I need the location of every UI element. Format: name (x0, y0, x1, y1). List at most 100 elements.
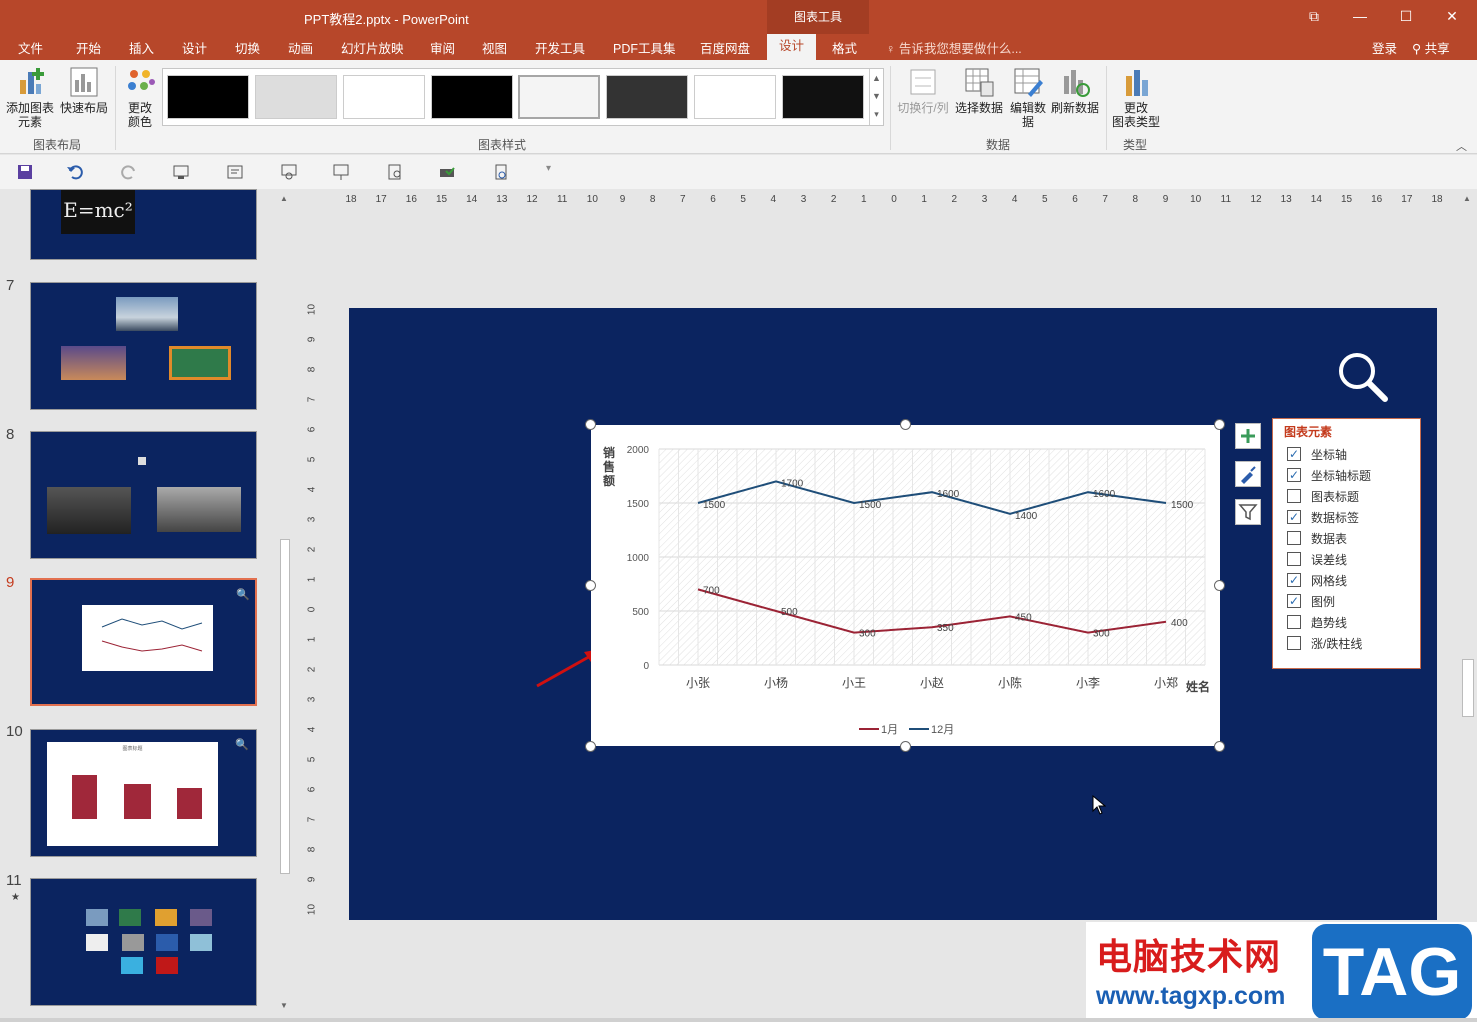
x-tick-label: 小李 (1076, 675, 1100, 690)
legend-label: 1月 (881, 724, 898, 736)
quick-layout-button[interactable]: 快速布局 (58, 66, 110, 115)
maximize-button[interactable]: ☐ (1383, 0, 1429, 34)
horizontal-ruler: 18 17 16 15 14 13 12 11 10 9 8 7 6 5 4 3 2 1 0 1 2 3 4 5 6 7 8 9 10 1… (345, 193, 1442, 209)
resize-handle-nw[interactable] (585, 419, 596, 430)
login-link[interactable]: 登录 (1372, 38, 1397, 57)
projector-icon[interactable] (332, 163, 350, 181)
tab-animations[interactable]: 动画 (288, 38, 313, 57)
option-label: 数据标签 (1311, 511, 1360, 525)
checkbox[interactable]: ✓ (1287, 510, 1301, 524)
chart-filters-button[interactable] (1235, 499, 1261, 525)
checkbox[interactable]: ✓ (1287, 573, 1301, 587)
checkbox[interactable] (1287, 531, 1301, 545)
resize-handle-w[interactable] (585, 580, 596, 591)
thumbnails-scrollbar[interactable]: ▲ ▼ (277, 189, 293, 1022)
tab-chart-format[interactable]: 格式 (832, 38, 857, 57)
restore-ribbon-icon[interactable]: ⧉ (1291, 0, 1337, 34)
select-data-button[interactable]: 选择数据 (954, 66, 1004, 115)
tab-baidu-netdisk[interactable]: 百度网盘 (700, 38, 750, 57)
editor-scrollbar[interactable]: ▲ (1460, 189, 1477, 1022)
save-icon[interactable] (16, 163, 34, 181)
share-button[interactable]: ⚲ 共享 (1412, 38, 1450, 57)
switch-row-col-label: 切换行/列 (897, 101, 949, 115)
customize-qat-icon[interactable]: ▾ (546, 163, 551, 174)
quick-print-icon[interactable] (438, 163, 456, 181)
share-file-icon[interactable] (492, 163, 510, 181)
change-chart-type-button[interactable]: 更改 图表类型 (1110, 66, 1162, 129)
text-box-icon[interactable] (226, 163, 244, 181)
slide-thumbnail-10[interactable]: 图表标题 🔍 (30, 729, 257, 857)
present-online-icon[interactable] (280, 163, 298, 181)
add-chart-element-button[interactable]: 添加图表 元素 (4, 66, 56, 129)
tab-transitions[interactable]: 切换 (235, 38, 260, 57)
slide-thumbnail-11[interactable] (30, 878, 257, 1006)
scroll-thumb[interactable] (280, 539, 290, 874)
scroll-up-icon[interactable]: ▲ (1463, 194, 1471, 203)
data-label: 300 (859, 629, 876, 640)
print-preview-icon[interactable] (386, 163, 404, 181)
scroll-thumb[interactable] (1462, 659, 1474, 717)
change-colors-button[interactable]: 更改 颜色 (120, 66, 160, 129)
y-axis-title-char: 额 (603, 473, 615, 488)
checkbox[interactable]: ✓ (1287, 594, 1301, 608)
resize-handle-sw[interactable] (585, 741, 596, 752)
redo-icon[interactable] (120, 163, 138, 181)
slide-thumbnail-6[interactable]: E=mc² (30, 189, 257, 260)
style-thumb-4[interactable] (431, 75, 513, 119)
resize-handle-se[interactable] (1214, 741, 1225, 752)
checkbox[interactable] (1287, 615, 1301, 629)
slide-thumbnail-9-selected[interactable]: 🔍 (30, 578, 257, 706)
style-thumb-3[interactable] (343, 75, 425, 119)
refresh-data-button[interactable]: 刷新数据 (1050, 66, 1100, 115)
tab-developer[interactable]: 开发工具 (535, 38, 585, 57)
style-thumb-8[interactable] (782, 75, 864, 119)
style-thumb-7[interactable] (694, 75, 776, 119)
chart-styles-button[interactable] (1235, 461, 1261, 487)
select-data-icon (963, 66, 995, 98)
switch-row-column-button[interactable]: 切换行/列 (896, 66, 950, 115)
checkbox[interactable]: ✓ (1287, 447, 1301, 461)
gallery-scroll[interactable]: ▲ ▼ ▾ (869, 69, 883, 125)
style-thumb-6[interactable] (606, 75, 688, 119)
tab-review[interactable]: 审阅 (430, 38, 455, 57)
slide-thumbnail-8[interactable] (30, 431, 257, 559)
slideshow-from-start-icon[interactable] (172, 163, 190, 181)
checkbox[interactable] (1287, 552, 1301, 566)
ruler-tick-label: 9 (306, 876, 318, 883)
edit-data-button[interactable]: 编辑数 据 (1008, 66, 1048, 129)
line-chart[interactable]: 0 500 1000 1500 2000 小张 小杨 小王 小赵 小陈 小李 小郑 销售额姓名 700 50… (591, 425, 1220, 746)
resize-handle-e[interactable] (1214, 580, 1225, 591)
style-thumb-2[interactable] (255, 75, 337, 119)
style-thumb-5-selected[interactable] (518, 75, 600, 119)
y-tick-label: 500 (632, 607, 649, 618)
checkbox[interactable] (1287, 636, 1301, 650)
scroll-down-icon[interactable]: ▼ (280, 1001, 288, 1010)
scroll-up-icon[interactable]: ▲ (280, 194, 288, 203)
undo-icon[interactable] (66, 163, 84, 181)
checkbox[interactable]: ✓ (1287, 468, 1301, 482)
tab-slideshow[interactable]: 幻灯片放映 (341, 38, 404, 57)
tab-view[interactable]: 视图 (482, 38, 507, 57)
ruler-tick-label: 8 (649, 194, 656, 205)
resize-handle-ne[interactable] (1214, 419, 1225, 430)
slide-canvas[interactable]: 0 500 1000 1500 2000 小张 小杨 小王 小赵 小陈 小李 小郑 销售额姓名 700 50… (349, 308, 1437, 920)
tab-file[interactable]: 文件 (18, 38, 43, 57)
chart-elements-button[interactable] (1235, 423, 1261, 449)
tab-home[interactable]: 开始 (76, 38, 101, 57)
collapse-ribbon-icon[interactable]: ︿ (1456, 138, 1467, 154)
option-label: 趋势线 (1311, 616, 1348, 630)
tab-insert[interactable]: 插入 (129, 38, 154, 57)
tell-me-box[interactable]: ♀ 告诉我您想要做什么... (886, 38, 1022, 57)
tab-design[interactable]: 设计 (182, 38, 207, 57)
close-button[interactable]: ✕ (1429, 0, 1475, 34)
resize-handle-n[interactable] (900, 419, 911, 430)
tab-chart-design[interactable]: 设计 (767, 34, 817, 60)
ruler-tick-label: 1 (921, 194, 927, 205)
tab-pdf-tools[interactable]: PDF工具集 (613, 38, 676, 57)
resize-handle-s[interactable] (900, 741, 911, 752)
checkbox[interactable] (1287, 489, 1301, 503)
style-thumb-1[interactable] (167, 75, 249, 119)
ruler-tick-label: 13 (1280, 194, 1292, 205)
minimize-button[interactable]: — (1337, 0, 1383, 34)
slide-thumbnail-7[interactable] (30, 282, 257, 410)
